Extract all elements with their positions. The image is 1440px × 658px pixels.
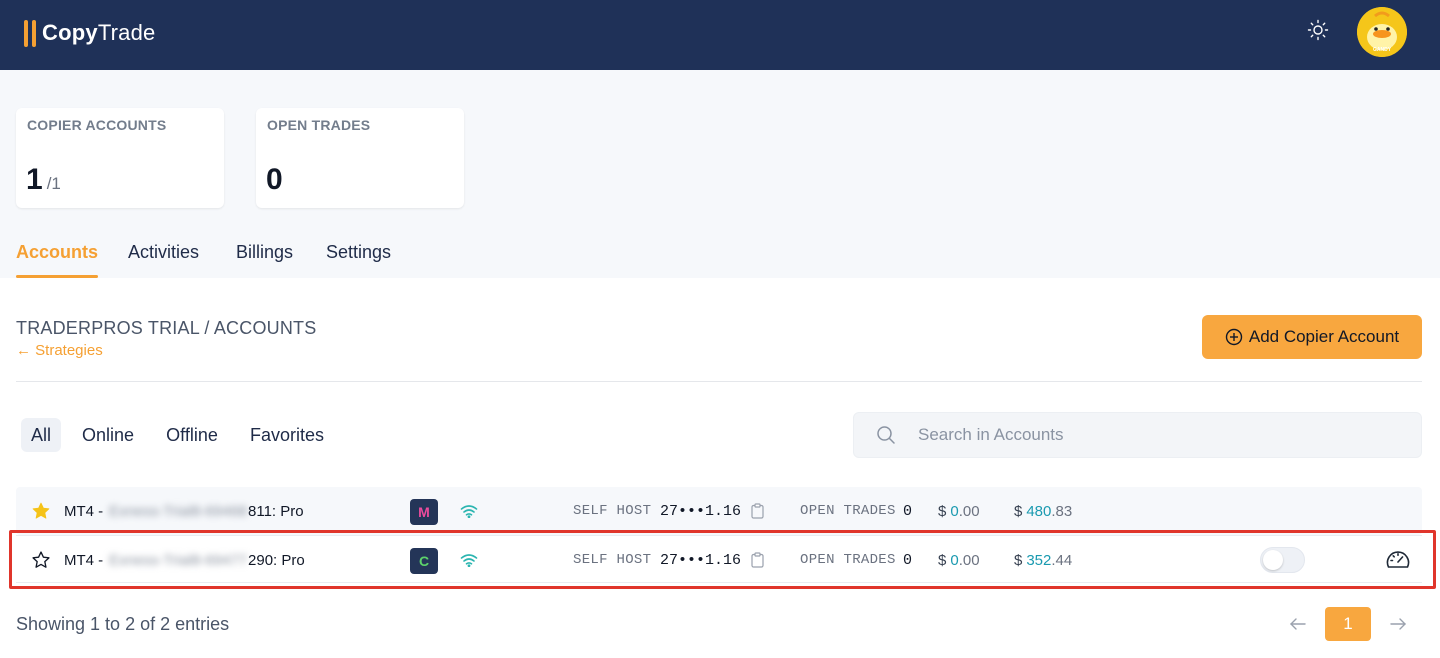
tab-settings[interactable]: Settings (326, 242, 391, 263)
profit-major: 0 (950, 551, 959, 569)
account-id-suffix: 290: Pro (248, 551, 305, 569)
favorite-star-icon[interactable] (30, 536, 52, 584)
tab-activities[interactable]: Activities (128, 242, 199, 263)
favorite-star-icon[interactable] (30, 487, 52, 535)
masked-account-id: Exness-Trial8-69468 (109, 502, 248, 520)
filter-all[interactable]: All (21, 418, 61, 452)
balance-minor: .83 (1051, 502, 1073, 520)
avatar[interactable]: GANDY (1357, 7, 1407, 57)
tab-accounts[interactable]: Accounts (16, 242, 98, 263)
copier-accounts-card: COPIER ACCOUNTS 1/1 (16, 108, 224, 208)
summary-section: COPIER ACCOUNTS 1/1 OPEN TRADES 0 Accoun… (0, 70, 1440, 278)
profit-currency: $ (938, 551, 947, 569)
profit-minor: .00 (958, 502, 980, 520)
add-copier-account-button[interactable]: Add Copier Account (1202, 315, 1422, 359)
logo-mark-icon (24, 19, 36, 47)
balance-minor: .44 (1051, 551, 1073, 569)
balance-value: $480.83 (1014, 487, 1072, 535)
balance-major: 352 (1026, 551, 1052, 569)
tab-billings[interactable]: Billings (236, 242, 293, 263)
wifi-icon (460, 487, 478, 535)
add-copier-account-label: Add Copier Account (1248, 327, 1400, 346)
account-role-badge: C (410, 548, 438, 574)
profit-major: 0 (950, 502, 959, 520)
search-icon (877, 426, 895, 444)
logo-text-light: Trade (97, 20, 156, 45)
speedometer-icon[interactable] (1384, 536, 1412, 584)
account-name: MT4 - Exness-Trial8-69477 290: Pro (64, 536, 305, 584)
logo-text-bold: Copy (42, 20, 98, 45)
active-tab-indicator (16, 275, 98, 278)
host-label: SELF HOST (573, 552, 652, 568)
account-name: MT4 - Exness-Trial8-69468 811: Pro (64, 487, 304, 535)
toggle-knob (1263, 550, 1283, 570)
clipboard-icon[interactable] (750, 487, 764, 535)
copier-accounts-value: 1 (26, 163, 43, 196)
account-row[interactable]: MT4 - Exness-Trial8-69468 811: Pro M SEL… (16, 487, 1422, 535)
open-trades-label: OPEN TRADES (800, 552, 896, 568)
open-trades-value: 0 (266, 163, 283, 196)
open-trades-card: OPEN TRADES 0 (256, 108, 464, 208)
search-box (853, 412, 1422, 458)
open-trades-title: OPEN TRADES (267, 117, 371, 133)
divider (16, 381, 1422, 382)
app-logo[interactable]: CopyTrade (24, 18, 155, 48)
account-row[interactable]: MT4 - Exness-Trial8-69477 290: Pro C SEL… (16, 535, 1422, 583)
copier-accounts-limit: /1 (46, 174, 61, 193)
balance-major: 480 (1026, 502, 1052, 520)
top-bar: CopyTrade GANDY (0, 0, 1440, 70)
account-platform: MT4 - (64, 551, 104, 569)
pagination-prev-icon[interactable] (1284, 607, 1312, 641)
copier-accounts-title: COPIER ACCOUNTS (27, 117, 167, 133)
wifi-icon (460, 536, 478, 584)
open-trades-count: 0 (903, 502, 913, 520)
copy-toggle[interactable] (1260, 547, 1305, 573)
profit-currency: $ (938, 502, 947, 520)
host-label: SELF HOST (573, 503, 652, 519)
pagination-page-1[interactable]: 1 (1325, 607, 1371, 641)
filter-favorites[interactable]: Favorites (242, 418, 332, 452)
entries-summary: Showing 1 to 2 of 2 entries (16, 614, 230, 634)
page-title: TRADERPROS TRIAL / ACCOUNTS (16, 318, 317, 338)
balance-currency: $ (1014, 551, 1023, 569)
clipboard-icon[interactable] (750, 536, 764, 584)
search-input[interactable] (918, 421, 1398, 449)
filter-online[interactable]: Online (73, 418, 143, 452)
host-ip: 27•••1.16 (660, 502, 742, 520)
open-trades-count: 0 (903, 551, 913, 569)
profit-minor: .00 (958, 551, 980, 569)
filter-offline[interactable]: Offline (156, 418, 228, 452)
masked-account-id: Exness-Trial8-69477 (109, 551, 248, 569)
balance-currency: $ (1014, 502, 1023, 520)
avatar-label: GANDY (1372, 47, 1392, 53)
host-ip: 27•••1.16 (660, 551, 742, 569)
sun-icon[interactable] (1306, 18, 1330, 42)
account-id-suffix: 811: Pro (248, 502, 304, 520)
profit-value: $0.00 (938, 536, 980, 584)
open-trades-label: OPEN TRADES (800, 503, 896, 519)
pagination-next-icon[interactable] (1384, 607, 1412, 641)
account-role-badge: M (410, 499, 438, 525)
back-to-strategies-link[interactable]: ← Strategies (16, 342, 103, 359)
balance-value: $352.44 (1014, 536, 1072, 584)
plus-circle-icon (1225, 328, 1243, 346)
profit-value: $0.00 (938, 487, 980, 535)
account-platform: MT4 - (64, 502, 104, 520)
